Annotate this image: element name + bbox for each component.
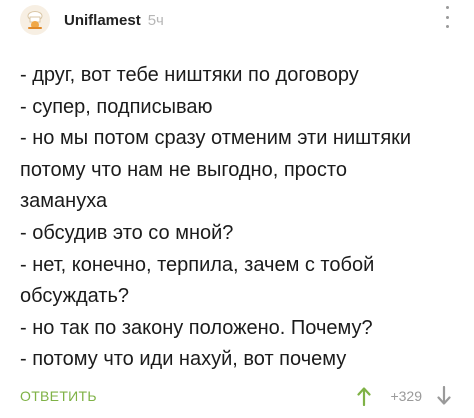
comment-line: - обсудив это со мной? [20,221,234,244]
reply-button[interactable]: ОТВЕТИТЬ [20,388,97,404]
comment-line: - супер, подписываю [20,95,213,118]
comment-line: обсуждать? [20,285,130,308]
comment-body: - друг, вот тебе ништяки по договору - с… [20,60,460,376]
author-name[interactable]: Uniflamest [64,12,141,29]
comment-footer: ОТВЕТИТЬ +329 [20,382,454,410]
comment-line: - потому что иди нахуй, вот почему [20,348,347,371]
rating-score: +329 [390,388,422,404]
comment-header: Uniflamest 5ч [20,3,454,37]
arrow-up-icon [357,387,372,406]
comment-line: - но так по закону положено. Почему? [20,316,373,339]
arrow-down-icon [437,386,451,405]
downvote-button[interactable] [434,384,454,408]
comment-line: - но мы потом сразу отменим эти ништяки [20,127,412,150]
comment-line: замануха [20,190,108,213]
chef-avatar-icon [27,11,43,29]
more-options-icon[interactable] [442,6,452,28]
comment-line: потому что нам не выгодно, просто [20,158,347,181]
comment-line: - друг, вот тебе ништяки по договору [20,64,359,86]
comment-time: 5ч [147,11,164,29]
rating-controls: +329 [354,382,454,410]
upvote-button[interactable] [354,384,374,408]
comment-line: - нет, конечно, терпила, зачем с тобой [20,253,375,276]
comment: Uniflamest 5ч - друг, вот тебе ништяки п… [0,0,474,418]
avatar[interactable] [20,5,50,35]
